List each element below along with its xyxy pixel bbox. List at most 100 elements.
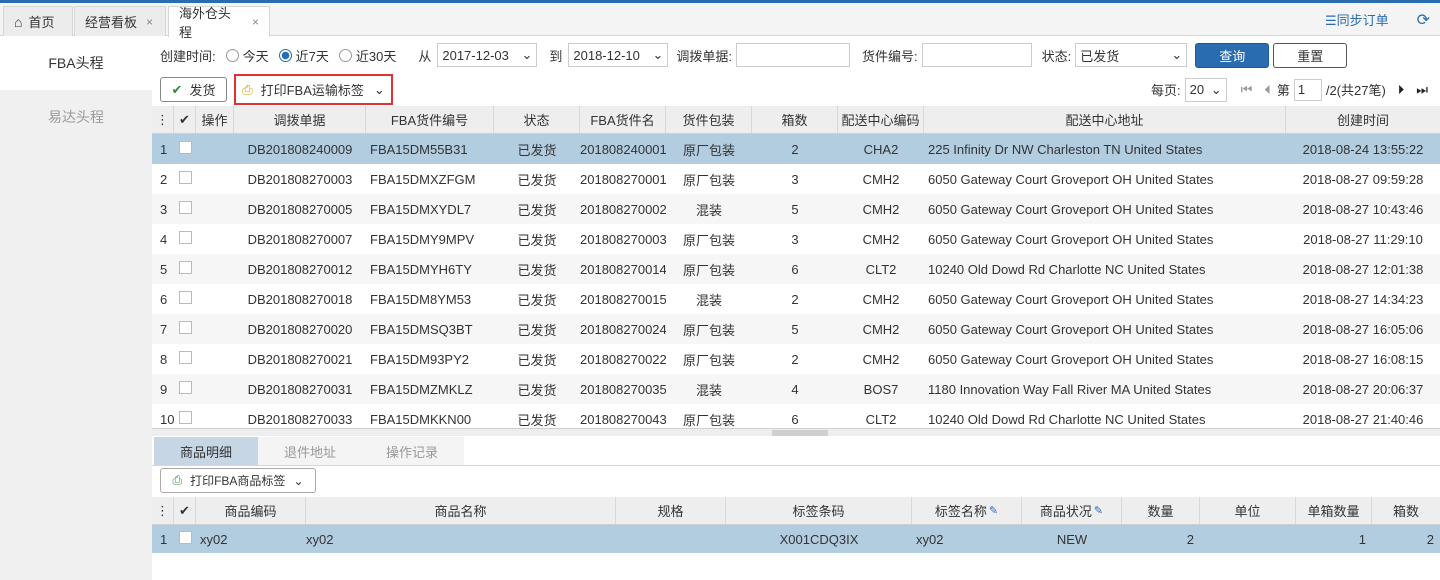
row-checkbox[interactable] bbox=[178, 531, 192, 544]
col-transfer-doc[interactable]: 调拨单据 bbox=[234, 106, 366, 133]
col-product-name[interactable]: 商品名称 bbox=[306, 497, 616, 524]
page-input[interactable]: 1 bbox=[1293, 78, 1322, 101]
close-icon[interactable]: × bbox=[252, 15, 259, 29]
checkbox-cell[interactable] bbox=[174, 201, 196, 217]
table-row[interactable]: 4 DB201808270007 FBA15DMY9MPV 已发货 2018082700… bbox=[152, 224, 1440, 254]
sync-orders-link[interactable]: ☰同步订单 bbox=[1325, 10, 1389, 29]
col-unit[interactable]: 单位 bbox=[1200, 497, 1296, 524]
cell-fba: FBA15DMKKN00 bbox=[370, 411, 472, 427]
ship-button[interactable]: ✔ 发货 bbox=[160, 77, 227, 102]
table-row[interactable]: 2 DB201808270003 FBA15DMXZFGM 已发货 2018082700… bbox=[152, 164, 1440, 194]
col-spec[interactable]: 规格 bbox=[616, 497, 726, 524]
col-fba-name[interactable]: FBA货件名 bbox=[580, 106, 666, 133]
sidebar-item-fba[interactable]: FBA头程 bbox=[0, 36, 152, 90]
cell-fba: FBA15DMXZFGM bbox=[370, 171, 476, 187]
chevron-down-icon: ⌄ bbox=[293, 473, 304, 488]
cell-status: 已发货 bbox=[517, 142, 557, 158]
transfer-doc-input[interactable] bbox=[736, 43, 850, 67]
row-checkbox[interactable] bbox=[178, 261, 192, 274]
cell-boxes: 3 bbox=[791, 231, 799, 247]
col-label-name[interactable]: 标签名称 ✎ bbox=[912, 497, 1022, 524]
from-date-select[interactable]: 2017-12-03 ⌄ bbox=[437, 43, 538, 67]
per-page-select[interactable]: 20 ⌄ bbox=[1184, 77, 1227, 102]
cell-name: 201808270015 bbox=[580, 291, 666, 307]
row-checkbox[interactable] bbox=[178, 171, 192, 184]
checkbox-cell[interactable] bbox=[174, 381, 196, 397]
checkbox-cell[interactable] bbox=[174, 261, 196, 277]
row-checkbox[interactable] bbox=[178, 411, 192, 424]
cell-boxes: 2 bbox=[791, 291, 799, 307]
tab-dashboard[interactable]: 经营看板 × bbox=[74, 6, 166, 36]
checkbox-cell[interactable] bbox=[174, 171, 196, 187]
table-row[interactable]: 9 DB201808270031 FBA15DMZMKLZ 已发货 2018082700… bbox=[152, 374, 1440, 404]
col-sub-boxes[interactable]: 箱数 bbox=[1372, 497, 1440, 524]
table-row[interactable]: 7 DB201808270020 FBA15DMSQ3BT 已发货 2018082700… bbox=[152, 314, 1440, 344]
horizontal-scrollbar[interactable] bbox=[152, 428, 1440, 436]
cell-time: 2018-08-27 10:43:46 bbox=[1302, 201, 1424, 217]
tab-operation-log[interactable]: 操作记录 bbox=[360, 437, 464, 465]
to-date-select[interactable]: 2018-12-10 ⌄ bbox=[568, 43, 669, 67]
select-all-check-icon[interactable]: ✔ bbox=[174, 106, 196, 133]
cargo-no-input[interactable] bbox=[921, 43, 1032, 67]
tab-product-details[interactable]: 商品明细 bbox=[154, 437, 258, 465]
last-page-icon[interactable]: ⏭ bbox=[1416, 82, 1428, 98]
col-status[interactable]: 状态 bbox=[494, 106, 580, 133]
row-checkbox[interactable] bbox=[178, 321, 192, 334]
col-condition[interactable]: 商品状况 ✎ bbox=[1022, 497, 1122, 524]
checkbox-cell[interactable] bbox=[174, 291, 196, 307]
sidebar-item-yida[interactable]: 易达头程 bbox=[0, 90, 152, 144]
next-page-icon[interactable]: ⏵ bbox=[1398, 82, 1405, 98]
checkbox-cell[interactable] bbox=[174, 231, 196, 247]
row-checkbox[interactable] bbox=[178, 381, 192, 394]
cell-n: 5 bbox=[160, 261, 168, 277]
col-qty[interactable]: 数量 bbox=[1122, 497, 1200, 524]
table-row[interactable]: 8 DB201808270021 FBA15DM93PY2 已发货 2018082700… bbox=[152, 344, 1440, 374]
checkbox-cell[interactable] bbox=[174, 321, 196, 337]
col-label-barcode[interactable]: 标签条码 bbox=[726, 497, 912, 524]
col-boxes[interactable]: 箱数 bbox=[752, 106, 838, 133]
col-product-code[interactable]: 商品编码 bbox=[196, 497, 306, 524]
col-center-code[interactable]: 配送中心编码 bbox=[838, 106, 924, 133]
print-fba-shipping-label-button[interactable]: ⎙ 打印FBA运输标签 ⌄ bbox=[234, 74, 393, 105]
table-row[interactable]: 1 DB201808240009 FBA15DM55B31 已发货 2018082400… bbox=[152, 134, 1440, 164]
checkbox-cell[interactable] bbox=[174, 351, 196, 367]
select-all-check-icon[interactable]: ✔ bbox=[174, 497, 196, 524]
column-menu-icon[interactable]: ⋮ bbox=[152, 106, 174, 133]
radio-7days[interactable] bbox=[278, 48, 292, 62]
cell-n: 10 bbox=[160, 411, 174, 427]
row-checkbox[interactable] bbox=[178, 201, 192, 214]
radio-today[interactable] bbox=[225, 48, 239, 62]
column-menu-icon[interactable]: ⋮ bbox=[152, 497, 174, 524]
table-row[interactable]: 3 DB201808270005 FBA15DMXYDL7 已发货 2018082700… bbox=[152, 194, 1440, 224]
radio-30days[interactable] bbox=[338, 48, 352, 62]
close-icon[interactable]: × bbox=[146, 15, 153, 29]
pager: 每页: 20 ⌄ ⏮ ⏴ 第 1 /2(共27笔) ⏵ ⏭ bbox=[1151, 77, 1434, 102]
checkbox-cell[interactable] bbox=[174, 411, 196, 427]
col-package[interactable]: 货件包装 bbox=[666, 106, 752, 133]
home-icon: ⌂ bbox=[14, 13, 23, 30]
row-checkbox[interactable] bbox=[178, 141, 192, 154]
status-select[interactable]: 已发货 ⌄ bbox=[1075, 43, 1188, 67]
query-button[interactable]: 查询 bbox=[1195, 42, 1270, 68]
reset-button[interactable]: 重置 bbox=[1273, 42, 1348, 68]
col-created-time[interactable]: 创建时间 bbox=[1286, 106, 1440, 133]
tab-home[interactable]: ⌂ 首页 bbox=[3, 6, 73, 36]
col-fba-no[interactable]: FBA货件编号 bbox=[366, 106, 494, 133]
table-row[interactable]: 6 DB201808270018 FBA15DM8YM53 已发货 2018082700… bbox=[152, 284, 1440, 314]
cell-addr: 1180 Innovation Way Fall River MA United… bbox=[928, 381, 1212, 397]
checkbox-cell[interactable] bbox=[174, 141, 196, 157]
row-checkbox[interactable] bbox=[178, 351, 192, 364]
row-checkbox[interactable] bbox=[178, 231, 192, 244]
first-page-icon[interactable]: ⏮ bbox=[1241, 82, 1253, 98]
table-row[interactable]: 1 xy02 xy02 X001CDQ3IX xy02 NEW 2 1 2 bbox=[152, 525, 1440, 553]
prev-page-icon[interactable]: ⏴ bbox=[1264, 82, 1271, 98]
tab-overseas-first-leg[interactable]: 海外仓头程 × bbox=[168, 6, 270, 40]
col-per-box[interactable]: 单箱数量 bbox=[1296, 497, 1372, 524]
print-fba-product-label-button[interactable]: ⎙ 打印FBA商品标签 ⌄ bbox=[160, 468, 316, 493]
col-center-address[interactable]: 配送中心地址 bbox=[924, 106, 1286, 133]
tab-return-address[interactable]: 退件地址 bbox=[258, 437, 362, 465]
table-row[interactable]: 5 DB201808270012 FBA15DMYH6TY 已发货 2018082700… bbox=[152, 254, 1440, 284]
checkbox-cell[interactable] bbox=[174, 531, 196, 547]
refresh-icon[interactable]: ⟳ bbox=[1417, 10, 1430, 30]
row-checkbox[interactable] bbox=[178, 291, 192, 304]
